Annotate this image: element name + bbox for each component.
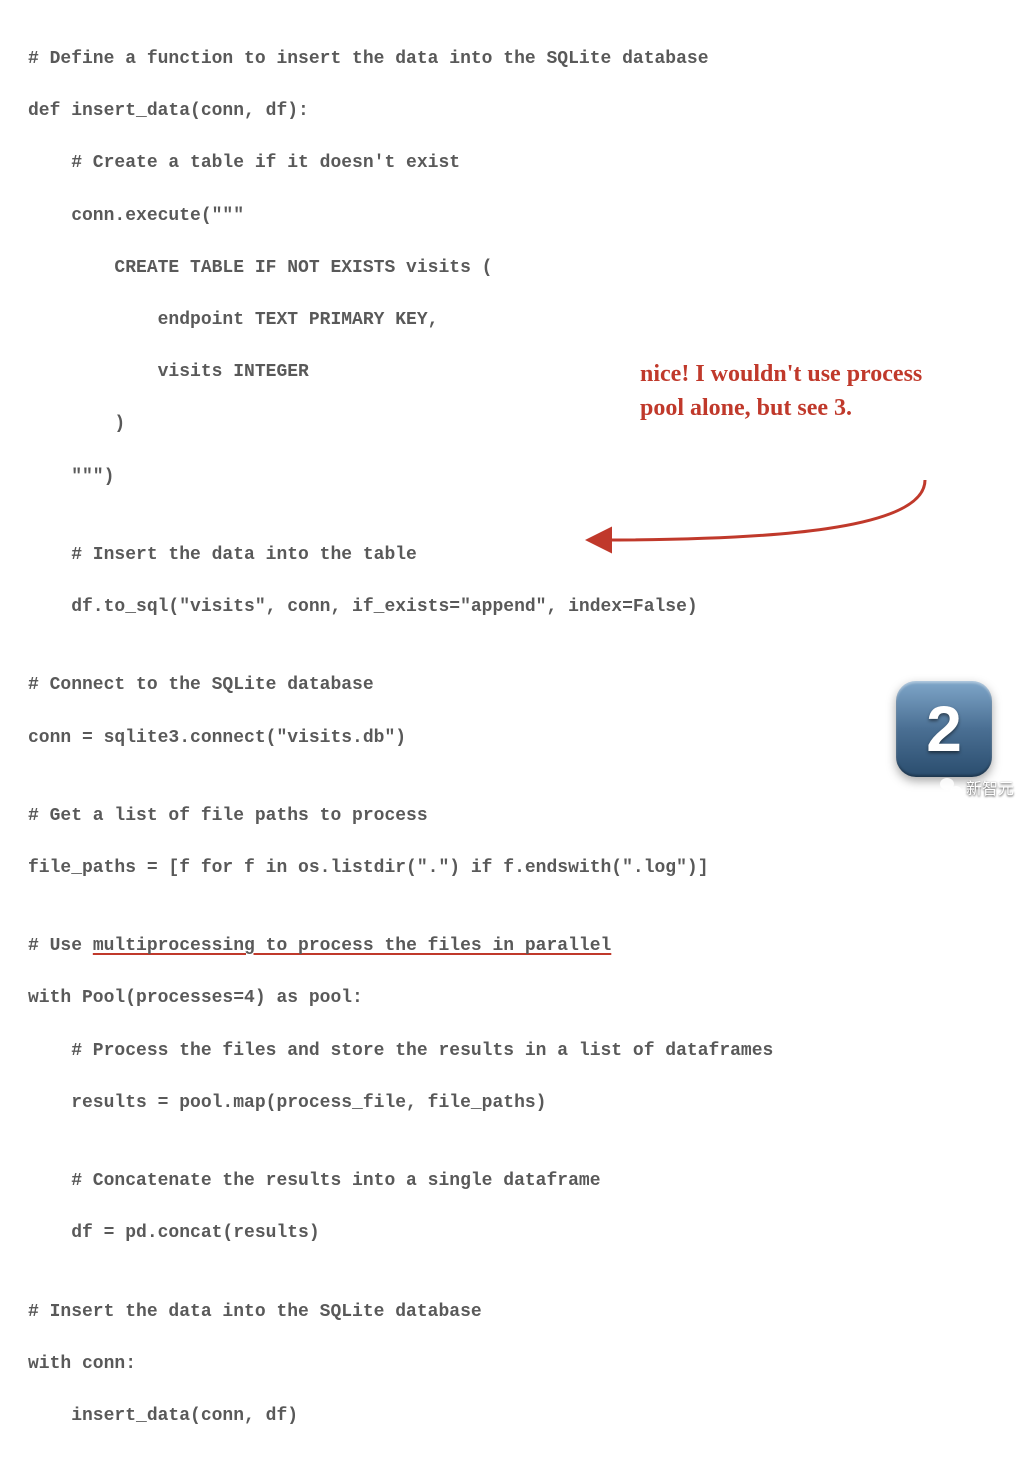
code-line: conn.execute(""" xyxy=(28,203,996,229)
step-badge: 2 xyxy=(896,681,992,777)
code-line: results = pool.map(process_file, file_pa… xyxy=(28,1090,996,1116)
watermark: 新智元 xyxy=(936,773,1018,801)
code-line: with Pool(processes=4) as pool: xyxy=(28,985,996,1011)
code-line: def insert_data(conn, df): xyxy=(28,98,996,124)
code-line: df = pd.concat(results) xyxy=(28,1220,996,1246)
watermark-text: 新智元 xyxy=(966,775,1014,799)
code-block: # Define a function to insert the data i… xyxy=(0,0,1024,1475)
code-line: """) xyxy=(28,464,996,490)
code-line: endpoint TEXT PRIMARY KEY, xyxy=(28,307,996,333)
code-text: # Use xyxy=(28,936,93,956)
underlined-text: multiprocessing to process the files in … xyxy=(93,936,611,956)
code-line: # Use multiprocessing to process the fil… xyxy=(28,933,996,959)
step-number: 2 xyxy=(926,692,962,766)
code-line: # Define a function to insert the data i… xyxy=(28,46,996,72)
code-line: CREATE TABLE IF NOT EXISTS visits ( xyxy=(28,255,996,281)
code-line: # Create a table if it doesn't exist xyxy=(28,150,996,176)
code-line: # Insert the data into the SQLite databa… xyxy=(28,1299,996,1325)
code-line: with conn: xyxy=(28,1351,996,1377)
code-line: # Concatenate the results into a single … xyxy=(28,1168,996,1194)
code-line: conn = sqlite3.connect("visits.db") xyxy=(28,725,996,751)
code-line: # Process the files and store the result… xyxy=(28,1038,996,1064)
code-line: # Insert the data into the table xyxy=(28,542,996,568)
code-line: # Get a list of file paths to process xyxy=(28,803,996,829)
handwritten-annotation: nice! I wouldn't use process pool alone,… xyxy=(640,358,960,425)
code-line: df.to_sql("visits", conn, if_exists="app… xyxy=(28,594,996,620)
wechat-icon xyxy=(940,778,962,796)
code-line: insert_data(conn, df) xyxy=(28,1403,996,1429)
code-line: file_paths = [f for f in os.listdir(".")… xyxy=(28,855,996,881)
code-line: # Connect to the SQLite database xyxy=(28,672,996,698)
